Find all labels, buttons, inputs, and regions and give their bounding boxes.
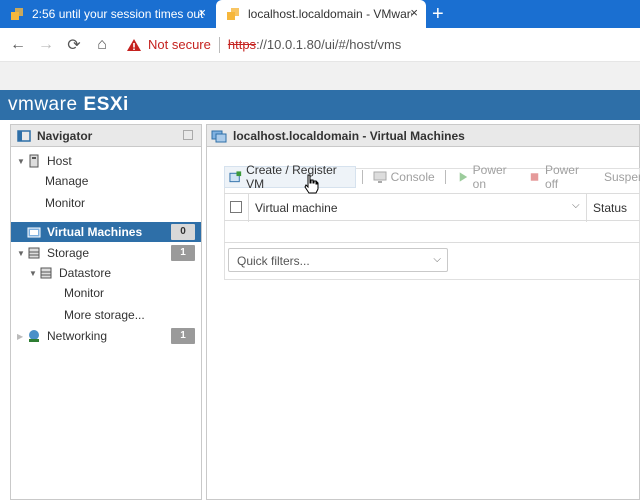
suspend-button[interactable]: Suspend: [596, 166, 640, 188]
browser-tab-strip: 2:56 until your session times out × loca…: [0, 0, 640, 28]
power-off-button[interactable]: Power off: [524, 163, 596, 191]
nav-label: Datastore: [59, 266, 112, 280]
console-button[interactable]: Console: [369, 166, 439, 188]
vm-table-header: Virtual machine ⌵ Status: [224, 193, 640, 222]
button-label: Suspend: [604, 170, 640, 184]
new-tab-button[interactable]: +: [432, 3, 444, 25]
toolbar-band: [0, 62, 640, 90]
create-register-vm-button[interactable]: Create / Register VM: [224, 163, 356, 191]
quick-filters-select[interactable]: Quick filters... ⌵: [228, 248, 448, 272]
reload-button[interactable]: ⟳: [60, 35, 88, 55]
nav-datastore-monitor[interactable]: Monitor: [11, 283, 201, 303]
nav-virtual-machines[interactable]: Virtual Machines 0: [11, 222, 201, 242]
nav-label: Monitor: [45, 196, 86, 210]
power-off-icon: [530, 173, 539, 181]
vm-toolbar: Create / Register VM Console Power on Po…: [224, 163, 640, 191]
brand-name: vmware: [8, 94, 78, 115]
nav-more-storage[interactable]: More storage...: [11, 305, 201, 325]
nav-storage[interactable]: ▼ Storage 1: [11, 243, 201, 263]
navigator-panel: Navigator ▼ Host Manage Monitor Virtual …: [10, 124, 202, 500]
navigator-icon: [17, 129, 31, 142]
network-icon: [29, 330, 39, 342]
nav-label: More storage...: [64, 308, 145, 322]
column-sort-chevron-icon[interactable]: ⌵: [572, 200, 580, 211]
vm-table-empty-row: [224, 221, 640, 243]
storage-icon: [28, 247, 40, 259]
product-name: ESXi: [83, 94, 129, 115]
browser-tab-session[interactable]: 2:56 until your session times out ×: [0, 0, 214, 28]
column-status[interactable]: Status: [593, 201, 627, 215]
home-button[interactable]: ⌂: [88, 36, 116, 54]
tab-title: 2:56 until your session times out: [32, 7, 204, 21]
collapse-navigator-icon[interactable]: [183, 130, 193, 140]
create-vm-icon: [229, 171, 242, 183]
vm-count-badge: 0: [171, 224, 195, 240]
main-header: localhost.localdomain - Virtual Machines: [207, 125, 639, 147]
console-icon: [373, 171, 387, 183]
button-label: Console: [390, 170, 435, 184]
vmware-logo: vmware ESXi: [8, 94, 129, 116]
storage-count-badge: 1: [171, 245, 195, 261]
nav-label: Storage: [47, 246, 90, 260]
nav-host-manage[interactable]: Manage: [11, 171, 201, 191]
nav-label: Host: [47, 154, 72, 168]
vmware-favicon-icon: [11, 8, 23, 20]
navigator-header: Navigator: [11, 125, 201, 147]
tab-close-icon[interactable]: ×: [198, 6, 206, 20]
nav-datastore[interactable]: ▼ Datastore: [11, 263, 201, 283]
nav-host[interactable]: ▼ Host: [11, 151, 201, 171]
button-label: Power on: [472, 163, 507, 191]
back-button[interactable]: ←: [4, 36, 32, 54]
nav-label: Networking: [47, 329, 108, 343]
hand-cursor-icon: [304, 174, 319, 194]
app-header: vmware ESXi: [0, 90, 640, 120]
not-secure-label: Not secure: [148, 37, 211, 52]
warning-icon: [127, 38, 141, 51]
tab-title: localhost.localdomain - VMware ESXi: [248, 7, 412, 21]
nav-host-monitor[interactable]: Monitor: [11, 193, 201, 213]
tab-close-icon[interactable]: ×: [410, 6, 418, 20]
nav-label: Virtual Machines: [47, 225, 143, 239]
url-field[interactable]: https://10.0.1.80/ui/#/host/vms: [228, 37, 401, 52]
column-virtual-machine[interactable]: Virtual machine: [255, 201, 338, 215]
vm-icon: [27, 227, 41, 238]
select-all-checkbox[interactable]: [230, 201, 242, 213]
chevron-down-icon: ⌵: [433, 254, 441, 265]
address-separator: [218, 36, 220, 53]
expand-arrow-icon[interactable]: ▼: [17, 157, 27, 166]
security-indicator[interactable]: Not secure: [126, 37, 211, 52]
expand-arrow-icon[interactable]: ▼: [17, 249, 27, 258]
datastore-icon: [40, 267, 52, 279]
quick-filters-placeholder: Quick filters...: [237, 254, 310, 268]
forward-button[interactable]: →: [32, 36, 60, 54]
network-count-badge: 1: [171, 328, 195, 344]
button-label: Create / Register VM: [246, 163, 337, 191]
navigator-title: Navigator: [37, 128, 93, 143]
expand-arrow-icon[interactable]: ▼: [29, 269, 39, 278]
expand-arrow-icon[interactable]: ▶: [17, 332, 27, 341]
vmware-favicon-icon: [227, 8, 239, 20]
nav-label: Monitor: [64, 286, 105, 300]
nav-networking[interactable]: ▶ Networking 1: [11, 326, 201, 346]
host-icon: [29, 154, 39, 168]
url-path: ://10.0.1.80/ui/#/host/vms: [256, 37, 402, 52]
page-title: localhost.localdomain - Virtual Machines: [233, 128, 465, 143]
vms-icon: [211, 130, 227, 142]
browser-tab-active[interactable]: localhost.localdomain - VMware ESXi ×: [216, 0, 426, 28]
url-scheme: https: [227, 37, 257, 52]
power-on-button[interactable]: Power on: [452, 163, 524, 191]
nav-label: Manage: [45, 174, 89, 188]
power-on-icon: [459, 172, 467, 182]
button-label: Power off: [544, 163, 579, 191]
address-bar: ← → ⟳ ⌂ Not secure https://10.0.1.80/ui/…: [0, 28, 640, 62]
